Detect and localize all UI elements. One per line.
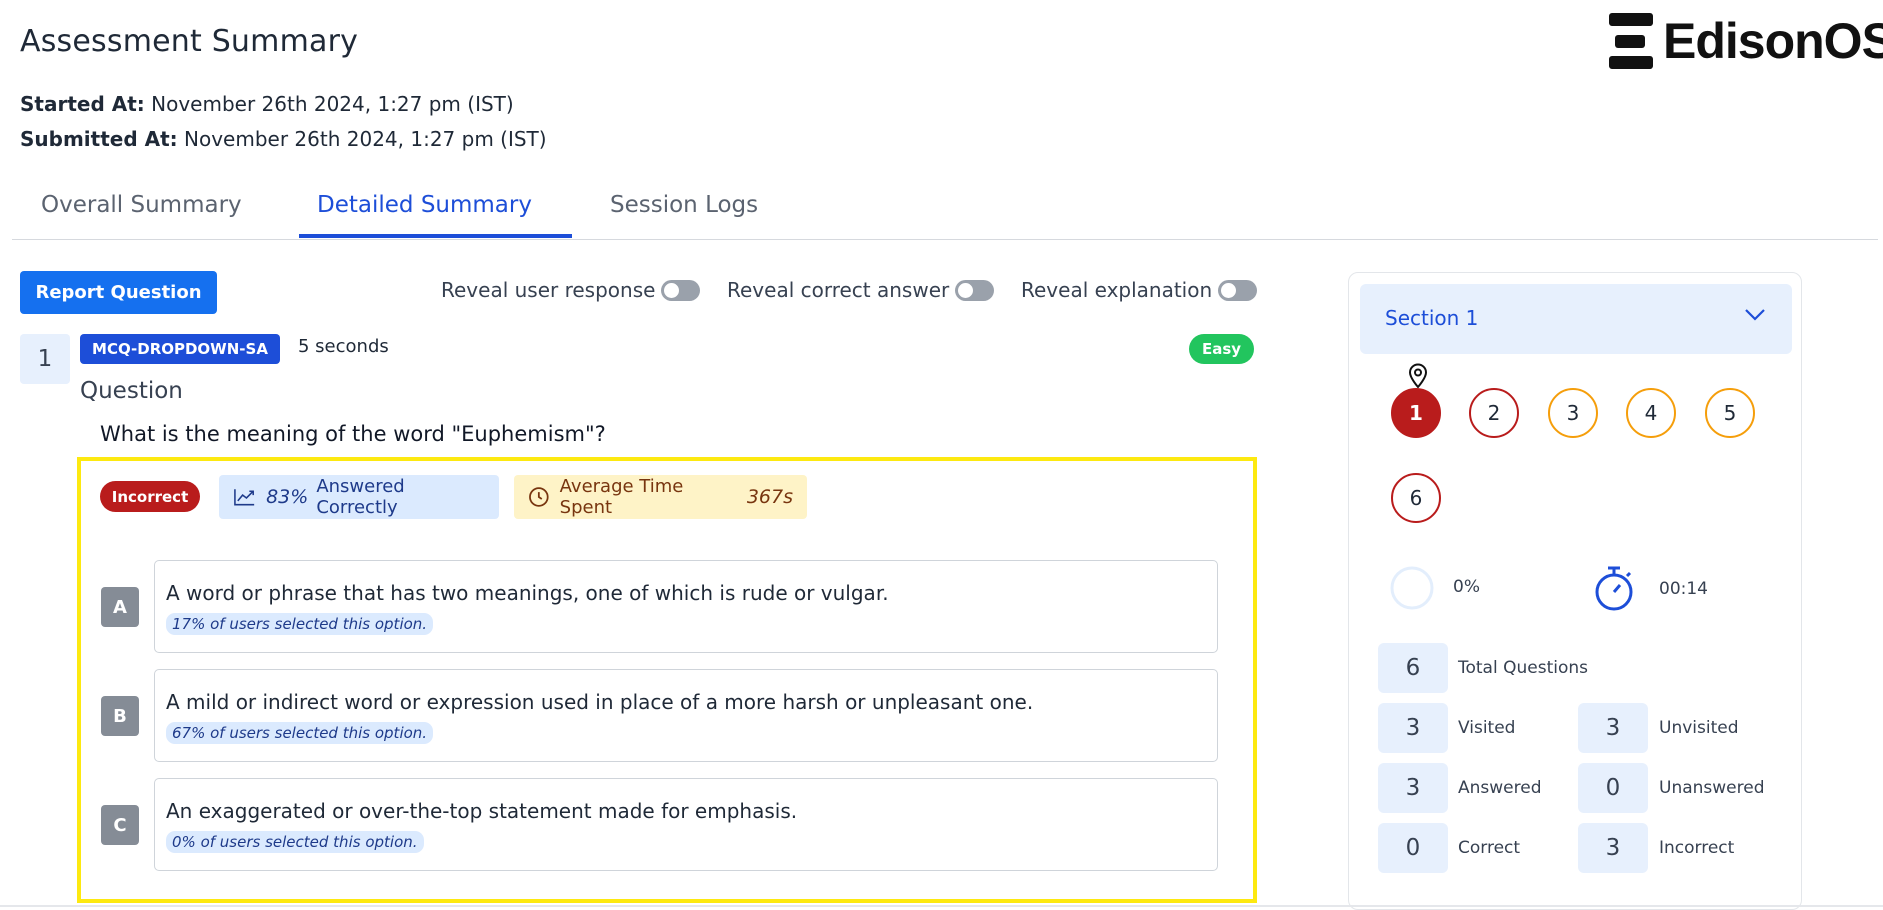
average-time-label: Average Time Spent xyxy=(559,476,684,518)
reveal-user-response-toggle[interactable]: Reveal user response xyxy=(441,278,701,302)
started-at: Started At: November 26th 2024, 1:27 pm … xyxy=(20,92,514,116)
question-nav-2[interactable]: 2 xyxy=(1469,388,1519,438)
incorrect-count: 3 xyxy=(1578,823,1648,873)
option-b-text: A mild or indirect word or expression us… xyxy=(166,690,1034,714)
page-title: Assessment Summary xyxy=(20,24,359,59)
bottom-divider xyxy=(0,905,1883,907)
progress-percent: 0% xyxy=(1453,577,1480,597)
result-badge: Incorrect xyxy=(100,481,200,512)
question-navigator-panel: Section 1 1 2 3 4 5 6 0% 00:14 6 Total Q… xyxy=(1348,272,1802,910)
clock-icon xyxy=(529,487,549,507)
question-type-badge: MCQ-DROPDOWN-SA xyxy=(80,334,280,364)
reveal-correct-answer-toggle[interactable]: Reveal correct answer xyxy=(727,278,995,302)
incorrect-label: Incorrect xyxy=(1659,838,1735,858)
elapsed-timer: 00:14 xyxy=(1659,579,1708,599)
question-number: 1 xyxy=(20,334,70,384)
option-b-letter: B xyxy=(101,696,139,736)
question-nav-5[interactable]: 5 xyxy=(1705,388,1755,438)
average-time-stat: Average Time Spent 367s xyxy=(514,475,807,519)
answered-correctly-stat: 83% Answered Correctly xyxy=(219,475,499,519)
started-at-label: Started At: xyxy=(20,92,145,116)
tab-detailed-summary[interactable]: Detailed Summary xyxy=(317,192,532,218)
submitted-at-value: November 26th 2024, 1:27 pm (IST) xyxy=(184,127,547,151)
option-a-percentage: 17% of users selected this option. xyxy=(166,613,434,635)
tab-session-logs[interactable]: Session Logs xyxy=(610,192,758,218)
option-c-percentage: 0% of users selected this option. xyxy=(166,831,424,853)
reveal-user-response-switch[interactable] xyxy=(661,279,701,301)
progress-ring-icon xyxy=(1390,566,1434,610)
started-at-value: November 26th 2024, 1:27 pm (IST) xyxy=(151,92,514,116)
reveal-user-response-label: Reveal user response xyxy=(441,278,656,302)
unanswered-count: 0 xyxy=(1578,763,1648,813)
correct-count: 0 xyxy=(1378,823,1448,873)
report-question-button[interactable]: Report Question xyxy=(20,271,217,314)
chevron-down-icon xyxy=(1745,309,1765,321)
total-questions-label: Total Questions xyxy=(1458,658,1588,678)
active-tab-indicator xyxy=(299,234,572,238)
option-b-percentage: 67% of users selected this option. xyxy=(166,722,434,744)
option-b-card[interactable]: A mild or indirect word or expression us… xyxy=(154,669,1218,762)
summary-tabs: Overall Summary Detailed Summary Session… xyxy=(12,190,1878,240)
option-c-card[interactable]: An exaggerated or over-the-top statement… xyxy=(154,778,1218,871)
reveal-explanation-label: Reveal explanation xyxy=(1021,278,1213,302)
visited-count: 3 xyxy=(1378,703,1448,753)
logo-icon xyxy=(1609,13,1653,69)
option-a-card[interactable]: A word or phrase that has two meanings, … xyxy=(154,560,1218,653)
section-label: Section 1 xyxy=(1385,306,1479,330)
submitted-at-label: Submitted At: xyxy=(20,127,178,151)
answered-label: Answered xyxy=(1458,778,1542,798)
stopwatch-icon xyxy=(1595,566,1633,611)
visited-label: Visited xyxy=(1458,718,1516,738)
option-c-letter: C xyxy=(101,805,139,845)
location-pin-icon xyxy=(1408,363,1428,389)
question-nav-3[interactable]: 3 xyxy=(1548,388,1598,438)
trend-chart-icon xyxy=(234,489,255,506)
option-a-text: A word or phrase that has two meanings, … xyxy=(166,581,889,605)
unanswered-label: Unanswered xyxy=(1659,778,1765,798)
logo-text: EdisonOS xyxy=(1663,13,1883,69)
question-nav-4[interactable]: 4 xyxy=(1626,388,1676,438)
question-time: 5 seconds xyxy=(298,336,389,357)
submitted-at: Submitted At: November 26th 2024, 1:27 p… xyxy=(20,127,547,151)
answered-correctly-label: Answered Correctly xyxy=(316,476,405,518)
reveal-explanation-switch[interactable] xyxy=(1218,279,1258,301)
question-nav-1[interactable]: 1 xyxy=(1391,388,1441,438)
edisonos-logo: EdisonOS xyxy=(1609,12,1883,70)
unvisited-count: 3 xyxy=(1578,703,1648,753)
answered-count: 3 xyxy=(1378,763,1448,813)
unvisited-label: Unvisited xyxy=(1659,718,1739,738)
answered-correctly-pct: 83% xyxy=(266,486,309,508)
option-a-letter: A xyxy=(101,587,139,627)
reveal-correct-answer-switch[interactable] xyxy=(955,279,995,301)
question-text: What is the meaning of the word "Euphemi… xyxy=(100,422,606,446)
reveal-explanation-toggle[interactable]: Reveal explanation xyxy=(1021,278,1258,302)
tab-overall-summary[interactable]: Overall Summary xyxy=(41,192,242,218)
question-nav-6[interactable]: 6 xyxy=(1391,473,1441,523)
option-c-text: An exaggerated or over-the-top statement… xyxy=(166,799,798,823)
average-time-value: 367s xyxy=(746,486,793,508)
total-questions-count: 6 xyxy=(1378,643,1448,693)
difficulty-badge: Easy xyxy=(1189,334,1254,364)
section-dropdown[interactable]: Section 1 xyxy=(1360,284,1792,354)
reveal-correct-answer-label: Reveal correct answer xyxy=(727,278,950,302)
correct-label: Correct xyxy=(1458,838,1521,858)
question-heading: Question xyxy=(80,378,183,404)
